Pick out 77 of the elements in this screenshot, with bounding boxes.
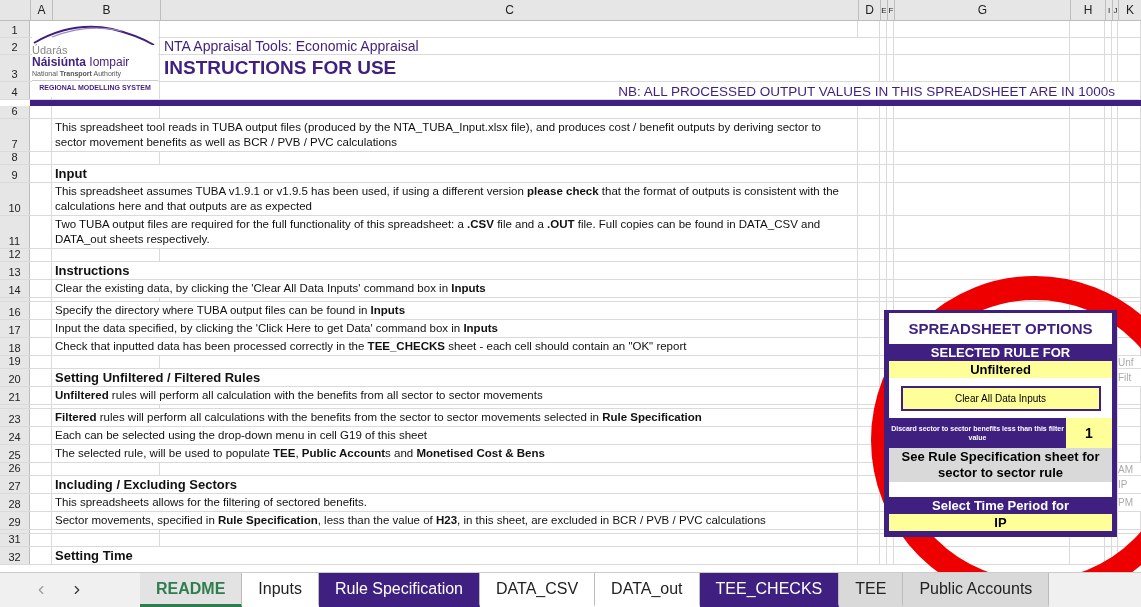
section-heading: Instructions: [52, 262, 858, 279]
row-number[interactable]: 19: [0, 356, 30, 368]
row-number[interactable]: 26: [0, 463, 30, 475]
column-header[interactable]: F: [888, 0, 895, 20]
column-header[interactable]: K: [1119, 0, 1141, 20]
row-number[interactable]: 18: [0, 338, 30, 355]
column-header[interactable]: J: [1113, 0, 1119, 20]
panel-label: Select Time Period for: [931, 497, 1070, 514]
row-number[interactable]: 10: [0, 183, 30, 215]
panel-title: SPREADSHEET OPTIONS: [889, 313, 1112, 344]
sheet-tab[interactable]: Inputs: [242, 573, 319, 607]
row-number[interactable]: 9: [0, 165, 30, 182]
instruction-text: Check that inputted data has been processed correctly in the TEE_CHECKS sheet - each cell should contain an "OK" report: [52, 338, 858, 355]
row-number[interactable]: 11: [0, 216, 30, 248]
sheet-subtitle: NTA Appraisal Tools: Economic Appraisal: [163, 38, 420, 54]
row-number[interactable]: 29: [0, 512, 30, 529]
instruction-text: Input the data specified, by clicking the 'Click Here to get Data' command box in Inputs: [52, 320, 858, 337]
row-number[interactable]: 3: [0, 55, 30, 81]
column-header[interactable]: D: [859, 0, 881, 20]
sheet-tab[interactable]: TEE: [839, 573, 904, 607]
instruction-text: Sector movements, specified in Rule Specification, less than the value of H23, in this sheet, are excluded in BCR / PVB / PVC calculations: [52, 512, 858, 529]
row-number[interactable]: 16: [0, 302, 30, 319]
row-number[interactable]: 24: [0, 427, 30, 444]
column-header[interactable]: I: [1106, 0, 1113, 20]
column-header[interactable]: B: [53, 0, 161, 20]
sheet-tab[interactable]: Public Accounts: [903, 573, 1050, 607]
row-number[interactable]: 17: [0, 320, 30, 337]
sheet-tab[interactable]: TEE_CHECKS: [699, 573, 840, 607]
row-number[interactable]: 32: [0, 547, 30, 564]
sheet-title: INSTRUCTIONS FOR USE: [163, 56, 398, 80]
row-number[interactable]: 7: [0, 119, 30, 151]
logo-text: Náisiúnta Iompair: [32, 56, 131, 69]
row-number[interactable]: 27: [0, 476, 30, 493]
clear-data-button[interactable]: Clear All Data Inputs: [900, 385, 1101, 411]
row-number[interactable]: 20: [0, 369, 30, 386]
row-number[interactable]: 1: [0, 21, 30, 37]
rule-dropdown[interactable]: Unfiltered: [889, 361, 1112, 378]
column-header[interactable]: G: [895, 0, 1071, 20]
instruction-text: This spreadsheet tool reads in TUBA output files (produced by the NTA_TUBA_Input.xlsx file), and produces cost / benefit outputs by deriving sector to sector movement benefits as well as BCR / PVB / PVC calculations: [52, 119, 858, 151]
row-number[interactable]: 4: [0, 82, 30, 99]
time-period-dropdown[interactable]: IP: [889, 514, 1112, 531]
row-number[interactable]: 21: [0, 387, 30, 404]
rule-note: See Rule Specification sheet for sector to sector rule: [889, 448, 1112, 482]
column-header[interactable]: E: [881, 0, 888, 20]
instruction-text: This spreadsheets allows for the filtering of sectored benefits.: [52, 494, 858, 511]
row-number[interactable]: 28: [0, 494, 30, 511]
section-heading: Including / Excluding Sectors: [52, 476, 858, 493]
row-number[interactable]: 13: [0, 262, 30, 279]
instruction-text: Specify the directory where TUBA output files can be found in Inputs: [52, 302, 858, 319]
column-header[interactable]: H: [1071, 0, 1106, 20]
instruction-text: Clear the existing data, by clicking the 'Clear All Data Inputs' command box in Inputs: [52, 280, 858, 297]
section-heading: Setting Time: [52, 547, 858, 564]
row-number[interactable]: 2: [0, 38, 30, 54]
instruction-text: Two TUBA output files are required for the full functionality of this spreadsheet: a .CSV file and a .OUT file. Full copies can be found in DATA_CSV and DATA_out sheets respectively.: [52, 216, 858, 248]
row-number[interactable]: 14: [0, 280, 30, 297]
instruction-text: Unfiltered rules will perform all calculation with the benefits from all sector to sector movements: [52, 387, 858, 404]
row-number[interactable]: 25: [0, 445, 30, 462]
sheet-tab[interactable]: Rule Specification: [318, 573, 480, 607]
sheet-tab[interactable]: DATA_out: [595, 573, 700, 607]
section-heading: Input: [52, 165, 858, 182]
logo-text: Údarás: [32, 45, 69, 56]
filter-value-field[interactable]: 1: [1066, 418, 1112, 448]
row-number[interactable]: 6: [0, 106, 30, 118]
units-note: NB: ALL PROCESSED OUTPUT VALUES IN THIS SPREADSHEET ARE IN 1000s: [617, 83, 1116, 99]
sheet-tab[interactable]: DATA_CSV: [480, 573, 596, 607]
instruction-text: Each can be selected using the drop-down menu in cell G19 of this sheet: [52, 427, 858, 444]
row-number[interactable]: 8: [0, 152, 30, 164]
column-header[interactable]: A: [31, 0, 53, 20]
sheet-tab[interactable]: README: [140, 573, 243, 607]
instruction-text: Filtered rules will perform all calculations with the benefits from the sector to sector movements selected in Rule Specification: [52, 409, 858, 426]
instruction-text: The selected rule, will be used to populate TEE, Public Accounts and Monetised Cost & Bens: [52, 445, 858, 462]
row-number[interactable]: 31: [0, 534, 30, 546]
row-number[interactable]: 23: [0, 409, 30, 426]
panel-label: SELECTED RULE FOR: [929, 344, 1072, 361]
row-number[interactable]: 12: [0, 249, 30, 261]
column-header[interactable]: C: [161, 0, 859, 20]
section-heading: Setting Unfiltered / Filtered Rules: [52, 369, 858, 386]
